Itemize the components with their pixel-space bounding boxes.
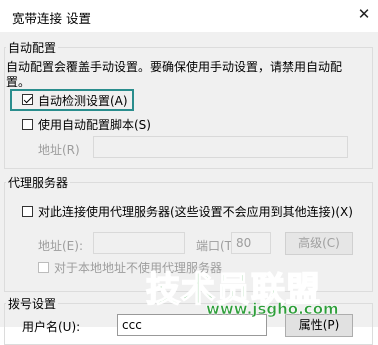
proxy-legend: 代理服务器 xyxy=(6,174,71,191)
window-title: 宽带连接 设置 xyxy=(12,11,91,26)
use-script-label[interactable]: 使用自动配置脚本(S) xyxy=(38,116,151,133)
use-proxy-checkbox[interactable] xyxy=(22,206,33,217)
proxy-address-label: 地址(E): xyxy=(38,239,83,253)
script-address-input[interactable] xyxy=(93,136,348,158)
script-address-label: 地址(R) xyxy=(38,143,80,157)
use-proxy-label[interactable]: 对此连接使用代理服务器(这些设置不会应用到其他连接)(X) xyxy=(38,203,353,220)
dialup-legend: 拨号设置 xyxy=(6,295,59,312)
auto-config-description: 自动配置会覆盖手动设置。要确保使用手动设置，请禁用自动配 xyxy=(6,60,343,74)
watermark-url: www.jsgho.com xyxy=(206,300,339,319)
username-value: ccc xyxy=(122,318,142,332)
proxy-address-input[interactable] xyxy=(93,232,185,254)
auto-config-legend: 自动配置 xyxy=(6,39,59,56)
advanced-button[interactable]: 高级(C) xyxy=(285,232,353,255)
auto-config-description-cont: 置。 xyxy=(6,75,31,89)
use-script-checkbox[interactable] xyxy=(22,119,33,130)
proxy-port-value: 80 xyxy=(236,236,252,250)
close-icon[interactable]: ✕ xyxy=(356,6,372,22)
auto-detect-label[interactable]: 自动检测设置(A) xyxy=(38,92,128,109)
auto-detect-checkbox[interactable] xyxy=(22,94,33,105)
bypass-local-checkbox[interactable] xyxy=(38,262,49,273)
proxy-port-input[interactable]: 80 xyxy=(231,232,271,254)
